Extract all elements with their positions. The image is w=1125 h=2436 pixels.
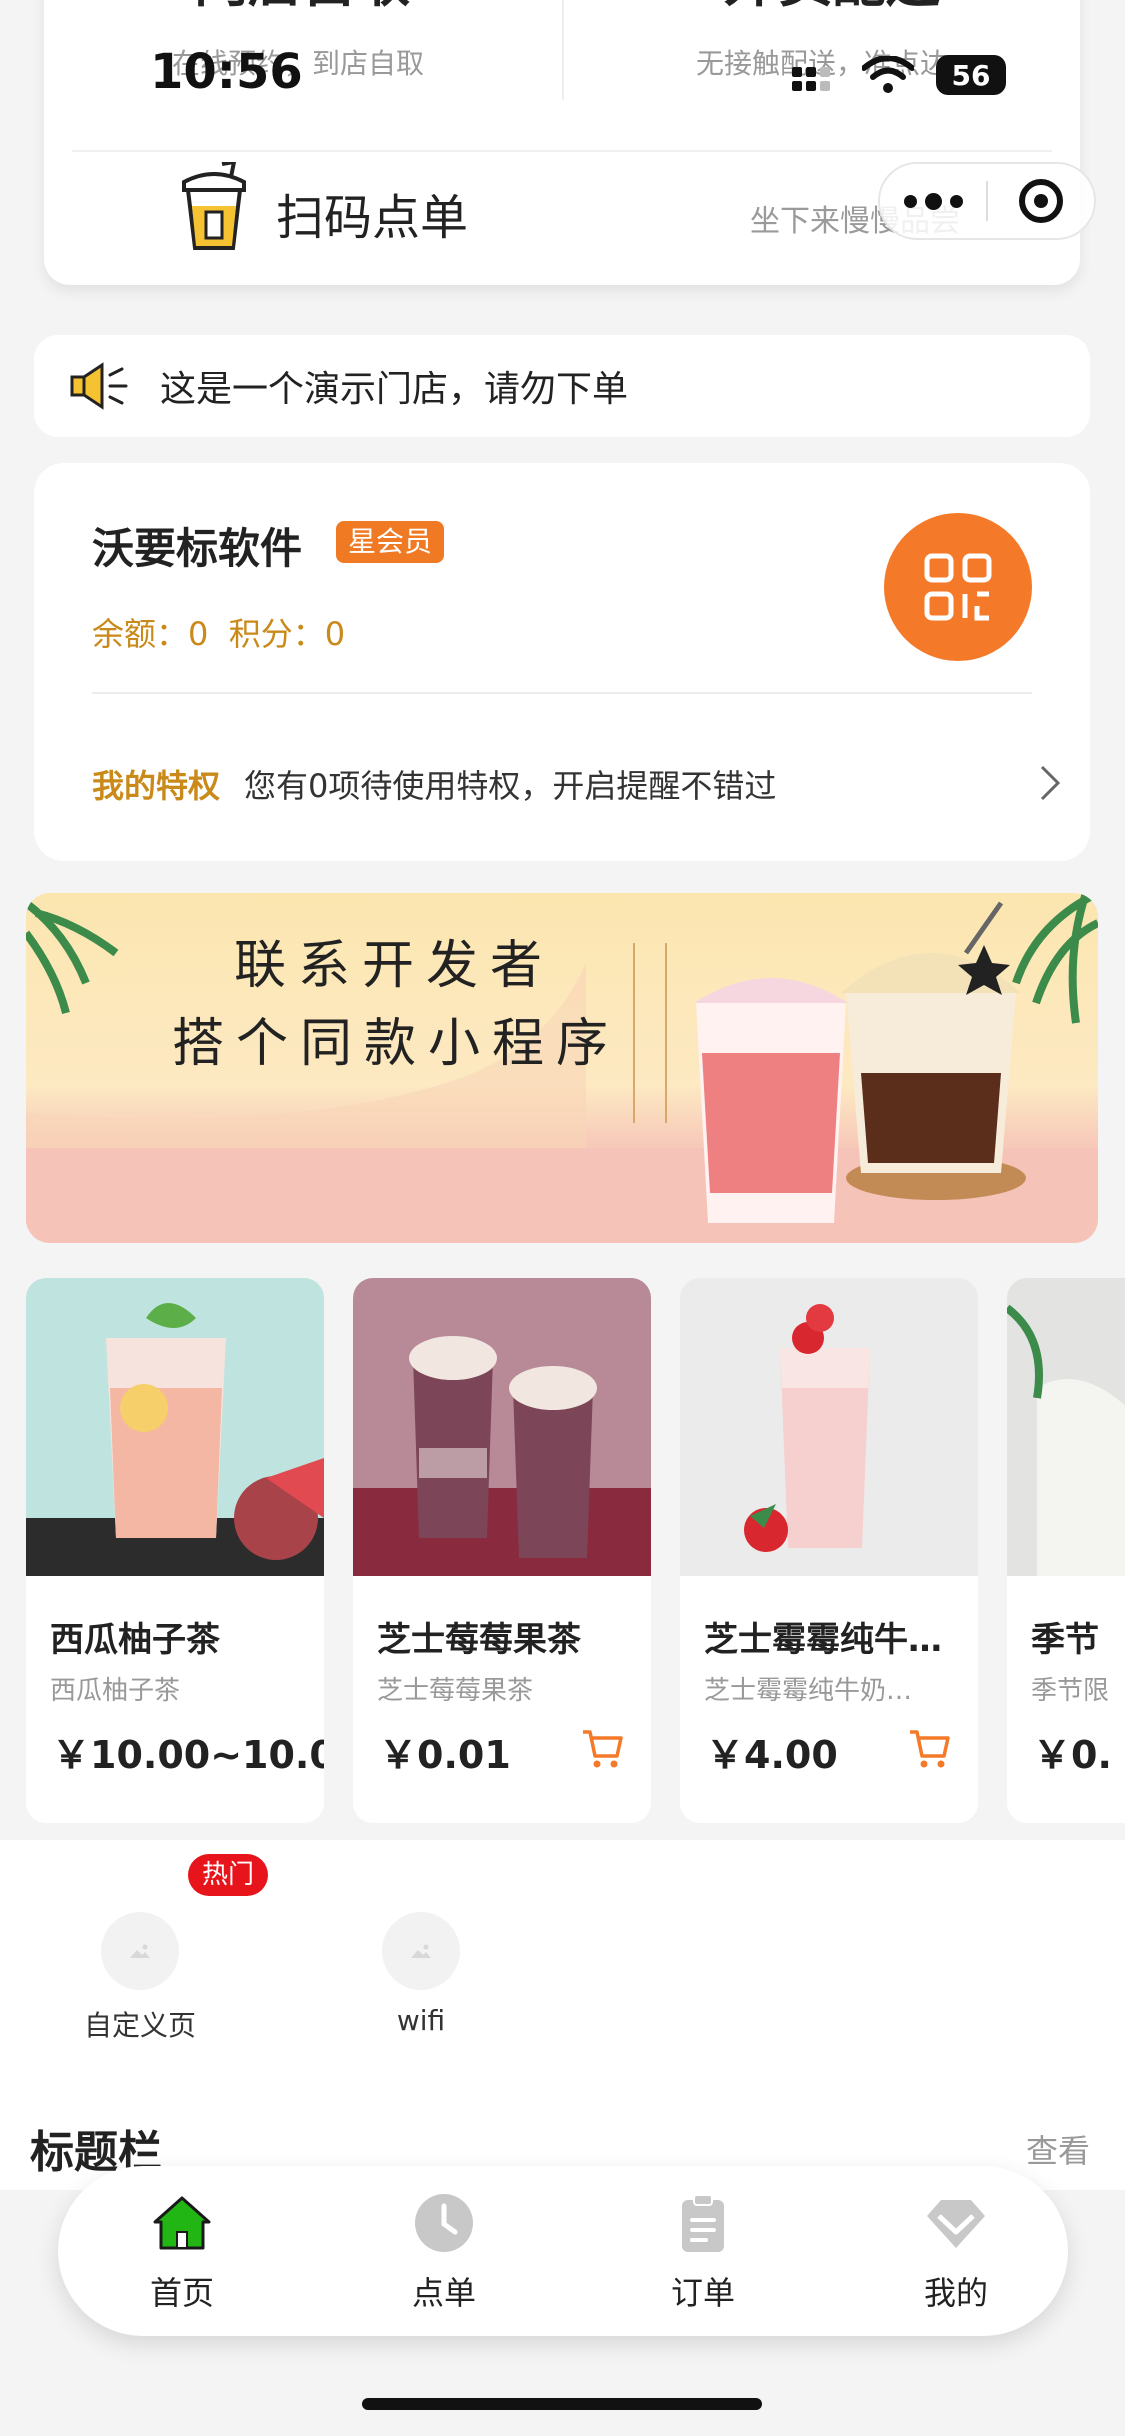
image-placeholder-icon [101, 1912, 179, 1990]
qr-code-icon [924, 553, 992, 621]
tab-label: 订单 [670, 2274, 735, 2312]
promo-banner[interactable]: 联系开发者 搭个同款小程序 [26, 893, 1098, 1243]
privilege-label[interactable]: 我的特权 [92, 761, 220, 807]
quick-nav-label: 自定义页 [83, 2009, 196, 2042]
drink-cup-icon [182, 162, 246, 250]
cart-icon[interactable] [581, 1726, 625, 1770]
diamond-icon [927, 2200, 985, 2248]
product-image [1007, 1278, 1125, 1576]
pickup-title[interactable]: 门店自取 [194, 0, 410, 17]
home-indicator[interactable] [362, 2398, 762, 2410]
product-card[interactable]: 季节 季节限 ￥0. [1007, 1278, 1125, 1823]
banner-line1: 联系开发者 [234, 936, 555, 996]
hot-badge: 热门 [188, 1854, 269, 1896]
notice-bar: 这是一个演示门店，请勿下单 [34, 335, 1090, 437]
close-target-icon[interactable] [988, 164, 1094, 238]
product-name: 西瓜柚子茶 [50, 1620, 220, 1660]
balance-value: 0 [188, 615, 209, 653]
product-card[interactable]: 芝士霉霉纯牛… 芝士霉霉纯牛奶… ￥4.00 [680, 1278, 978, 1823]
product-desc: 芝士霉霉纯牛奶… [704, 1676, 913, 1706]
pickup-delivery-card: 门店自取 在线预约，到店自取 外卖配送 无接触配送，准点达 扫码点单 坐下来慢慢… [44, 0, 1080, 285]
member-name: 沃要标软件 [92, 524, 303, 573]
product-name: 芝士霉霉纯牛… [704, 1620, 942, 1660]
balance-label: 余额： [92, 615, 189, 653]
product-price: ￥10.00~10.00 [52, 1733, 324, 1777]
battery-icon: 56 [936, 55, 1006, 95]
tab-orders[interactable]: 订单 [623, 2192, 783, 2314]
product-desc: 季节限 [1031, 1676, 1110, 1706]
points-label: 积分： [228, 615, 325, 653]
divider [562, 0, 564, 100]
divider [92, 692, 1032, 694]
privilege-text[interactable]: 您有0项待使用特权，开启提醒不错过 [244, 761, 776, 807]
signal-icon [792, 67, 830, 91]
scan-order-label: 扫码点单 [276, 190, 469, 246]
product-image [353, 1278, 651, 1576]
quick-nav-custom-page[interactable]: 自定义页 [60, 1912, 220, 2044]
points-value: 0 [324, 615, 346, 653]
member-qr-button[interactable] [884, 513, 1032, 661]
product-price: ￥0. [1033, 1733, 1112, 1777]
product-price: ￥4.00 [706, 1733, 838, 1777]
quick-nav-wifi[interactable]: wifi [341, 1912, 501, 2037]
more-icon[interactable] [880, 164, 986, 238]
product-desc: 芝士莓莓果茶 [377, 1676, 534, 1706]
quick-nav-label: wifi [396, 2004, 446, 2037]
capsule-menu [878, 162, 1096, 240]
home-icon [153, 2196, 211, 2250]
product-card[interactable]: 西瓜柚子茶 西瓜柚子茶 ￥10.00~10.00 [26, 1278, 324, 1823]
product-card[interactable]: 芝士莓莓果茶 芝士莓莓果茶 ￥0.01 [353, 1278, 651, 1823]
member-card: 沃要标软件 星会员 余额：0 积分：0 我的特权 您有0项待使用特权，开启提醒不… [34, 463, 1090, 861]
tab-home[interactable]: 首页 [102, 2192, 262, 2314]
product-image [680, 1278, 978, 1576]
clock-icon [415, 2194, 473, 2252]
tab-label: 首页 [149, 2274, 214, 2312]
tab-label: 点单 [411, 2274, 476, 2312]
status-time: 10:56 [150, 44, 303, 100]
product-name: 季节 [1031, 1620, 1099, 1660]
cart-icon[interactable] [908, 1726, 952, 1770]
product-image [26, 1278, 324, 1576]
product-carousel[interactable]: 西瓜柚子茶 西瓜柚子茶 ￥10.00~10.00 芝士莓莓果茶 芝士莓莓果茶 ￥… [26, 1278, 1125, 1823]
status-icons: 56 [792, 50, 1006, 100]
notice-text: 这是一个演示门店，请勿下单 [160, 369, 629, 410]
chevron-right-icon[interactable] [1034, 763, 1066, 803]
product-name: 芝士莓莓果茶 [377, 1620, 581, 1660]
member-level-badge: 星会员 [336, 521, 445, 563]
tab-label: 我的 [923, 2274, 988, 2312]
banner-line2: 搭个同款小程序 [172, 1014, 621, 1074]
product-desc: 西瓜柚子茶 [50, 1676, 181, 1706]
product-price: ￥0.01 [379, 1733, 511, 1777]
section-more-link[interactable]: 查看 [1026, 2126, 1090, 2172]
delivery-title[interactable]: 外卖配送 [724, 0, 940, 17]
balance-points: 余额：0 积分：0 [92, 609, 345, 655]
divider [72, 150, 1052, 152]
speaker-icon [70, 362, 128, 410]
clipboard-icon [682, 2194, 724, 2252]
image-placeholder-icon [382, 1912, 460, 1990]
tab-order[interactable]: 点单 [364, 2192, 524, 2314]
bottom-tab-bar: 首页 点单 订单 我的 [58, 2166, 1068, 2336]
tab-mine[interactable]: 我的 [876, 2192, 1036, 2314]
wifi-icon [862, 56, 914, 93]
